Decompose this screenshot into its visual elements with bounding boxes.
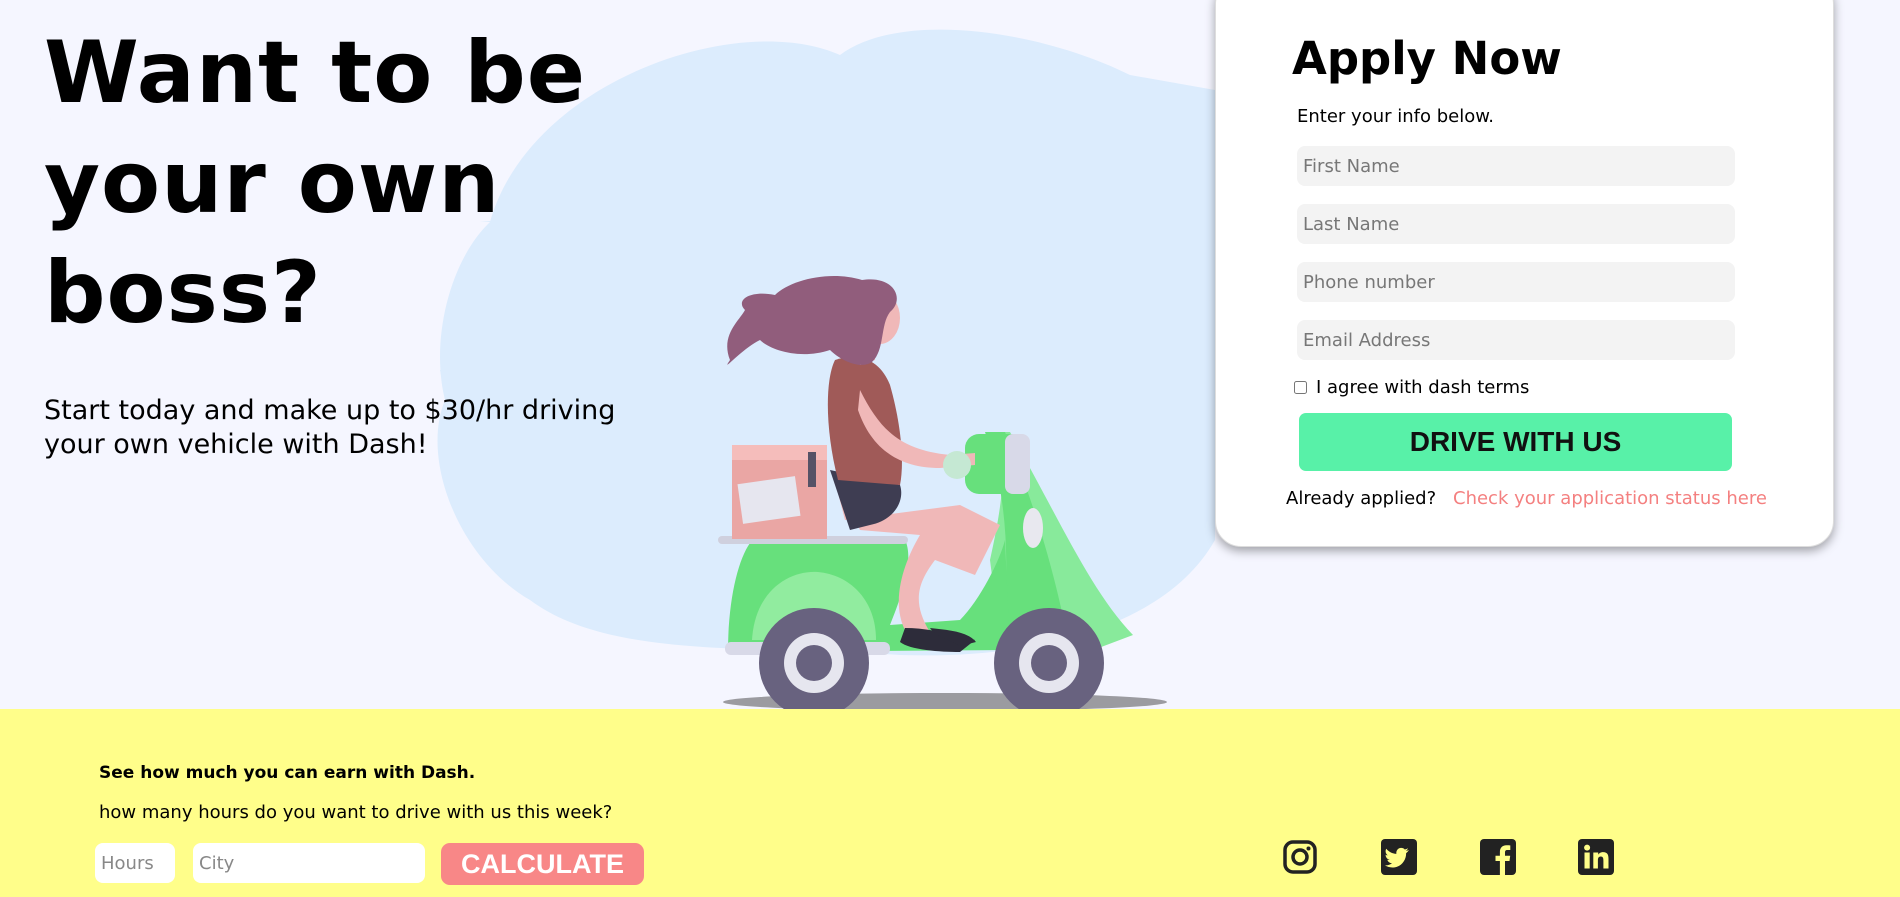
instagram-icon[interactable] (1281, 838, 1319, 876)
hero-headline: Want to be your own boss? (44, 23, 587, 343)
terms-label: I agree with dash terms (1316, 377, 1530, 398)
linkedin-icon[interactable] (1577, 838, 1615, 876)
phone-field[interactable] (1297, 262, 1735, 302)
terms-checkbox[interactable] (1294, 381, 1307, 394)
apply-subtitle: Enter your info below. (1297, 106, 1495, 127)
facebook-icon[interactable] (1479, 838, 1517, 876)
twitter-icon[interactable] (1380, 838, 1418, 876)
city-input[interactable] (193, 843, 425, 883)
already-applied-text: Already applied? (1286, 488, 1437, 509)
earnings-title: See how much you can earn with Dash. (99, 763, 476, 783)
apply-title: Apply Now (1292, 32, 1562, 85)
email-field[interactable] (1297, 320, 1735, 360)
check-status-link[interactable]: Check your application status here (1453, 488, 1767, 509)
last-name-field[interactable] (1297, 204, 1735, 244)
first-name-field[interactable] (1297, 146, 1735, 186)
drive-with-us-button[interactable]: DRIVE WITH US (1299, 413, 1732, 471)
hero-subheadline: Start today and make up to $30/hr drivin… (44, 395, 616, 460)
earnings-question: how many hours do you want to drive with… (99, 802, 613, 823)
calculate-button[interactable]: CALCULATE (441, 843, 644, 885)
hours-input[interactable] (95, 843, 175, 883)
delivery-box (732, 445, 827, 539)
